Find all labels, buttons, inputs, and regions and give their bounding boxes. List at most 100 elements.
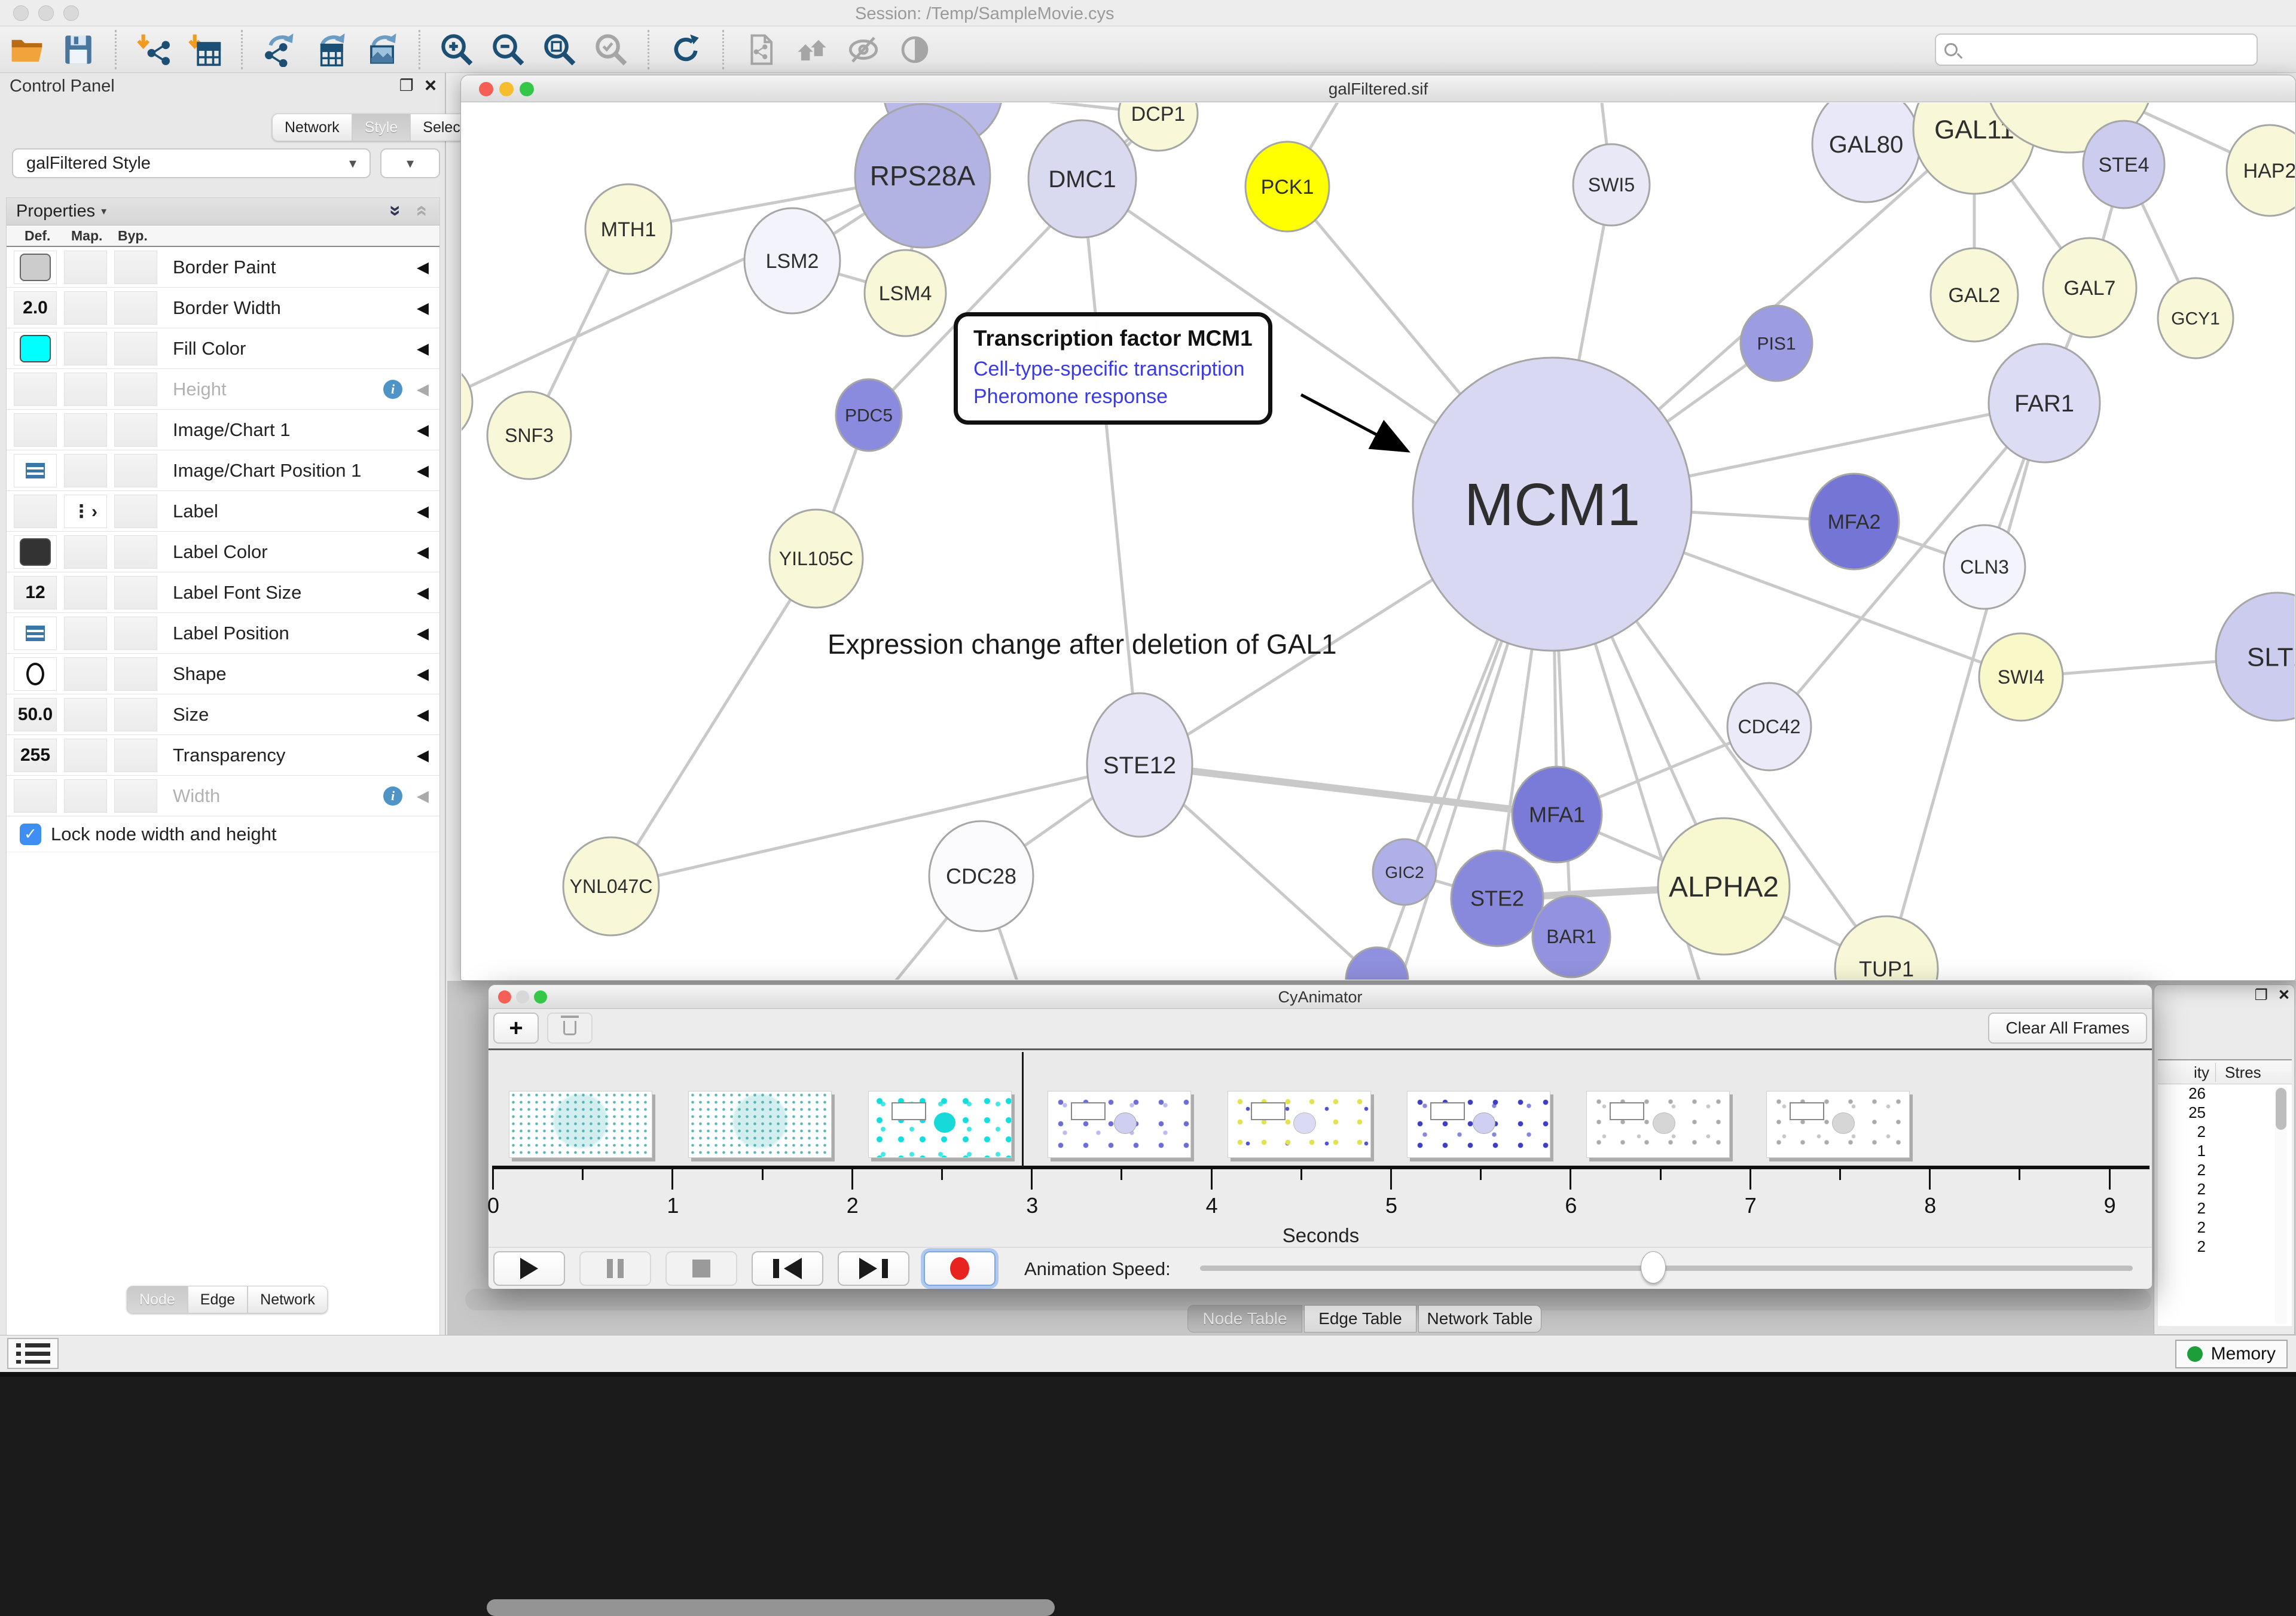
expand-arrow-icon[interactable]: ◀	[417, 380, 429, 398]
import-network-icon[interactable]	[135, 31, 172, 68]
scrollbar-thumb[interactable]	[487, 1599, 1055, 1616]
network-node-ste2[interactable]: STE2	[1451, 850, 1543, 946]
network-node-gcy1[interactable]: GCY1	[2158, 278, 2233, 358]
first-neighbors-icon[interactable]	[793, 31, 831, 68]
table-row[interactable]: 1	[2158, 1142, 2292, 1161]
property-cell[interactable]	[64, 739, 107, 772]
frame-thumbnail-3[interactable]	[1048, 1091, 1191, 1158]
stop-button[interactable]	[665, 1251, 737, 1286]
network-node-gal7[interactable]: GAL7	[2043, 238, 2136, 337]
annotation-link[interactable]: Pheromone response	[973, 383, 1253, 411]
float-window-icon[interactable]: ❐	[2255, 986, 2268, 1004]
property-cell[interactable]	[14, 251, 57, 284]
expand-arrow-icon[interactable]: ◀	[417, 461, 429, 480]
expand-arrow-icon[interactable]: ◀	[417, 664, 429, 683]
annotation-box[interactable]: Transcription factor MCM1 Cell-type-spec…	[954, 312, 1272, 425]
column-header[interactable]: ity	[2158, 1063, 2209, 1082]
network-node-mth1[interactable]: MTH1	[585, 184, 671, 274]
export-image-icon[interactable]	[364, 31, 401, 68]
property-cell[interactable]	[114, 495, 157, 528]
property-cell[interactable]	[14, 373, 57, 406]
property-cell[interactable]	[114, 413, 157, 447]
network-node-yil105c[interactable]: YIL105C	[770, 510, 863, 608]
expand-arrow-icon[interactable]: ◀	[417, 339, 429, 358]
property-cell[interactable]: 255	[14, 739, 57, 772]
zoom-fit-icon[interactable]	[541, 31, 578, 68]
property-cell[interactable]	[114, 454, 157, 487]
property-row-label-color[interactable]: Label Color◀	[7, 532, 439, 572]
expand-arrow-icon[interactable]: ◀	[417, 298, 429, 317]
expand-arrow-icon[interactable]: ◀	[417, 746, 429, 764]
property-cell[interactable]	[64, 779, 107, 813]
annotation-link[interactable]: Cell-type-specific transcription	[973, 356, 1253, 383]
speed-slider-knob[interactable]	[1641, 1251, 1666, 1283]
tab-style[interactable]: Style	[352, 114, 411, 141]
property-cell[interactable]	[114, 617, 157, 650]
network-node-rps28a[interactable]: RPS28A	[855, 104, 990, 248]
property-cell[interactable]	[14, 617, 57, 650]
property-row-image-chart-position-1[interactable]: Image/Chart Position 1◀	[7, 450, 439, 491]
property-cell[interactable]	[14, 657, 57, 691]
expand-arrow-icon[interactable]: ◀	[417, 786, 429, 805]
property-cell[interactable]	[114, 698, 157, 731]
info-icon[interactable]: i	[383, 786, 402, 806]
frames-timeline[interactable]	[488, 1050, 2152, 1167]
property-cell[interactable]	[114, 779, 157, 813]
property-row-transparency[interactable]: 255Transparency◀	[7, 735, 439, 776]
property-cell[interactable]	[114, 576, 157, 609]
zoom-selected-icon[interactable]	[593, 31, 630, 68]
memory-button[interactable]: Memory	[2175, 1340, 2288, 1368]
pause-button[interactable]	[579, 1251, 651, 1286]
cyanimator-titlebar[interactable]: CyAnimator	[488, 985, 2152, 1009]
expand-arrow-icon[interactable]: ◀	[417, 705, 429, 724]
tab-node-table[interactable]: Node Table	[1187, 1305, 1302, 1333]
property-cell[interactable]	[114, 291, 157, 325]
property-cell[interactable]	[64, 373, 107, 406]
export-table-icon[interactable]	[312, 31, 349, 68]
network-node-pck1[interactable]: PCK1	[1245, 142, 1329, 231]
frame-thumbnail-4[interactable]	[1228, 1091, 1371, 1158]
previous-frame-button[interactable]	[752, 1251, 823, 1286]
style-options-button[interactable]: ▾	[380, 148, 440, 178]
properties-header[interactable]: Properties ▾ » »	[7, 198, 439, 225]
clear-all-frames-button[interactable]: Clear All Frames	[1988, 1013, 2147, 1044]
property-row-height[interactable]: Heighti◀	[7, 369, 439, 410]
open-session-icon[interactable]	[8, 31, 45, 68]
property-cell[interactable]	[64, 454, 107, 487]
network-node-swi5[interactable]: SWI5	[1573, 144, 1650, 225]
maximize-window-icon[interactable]	[63, 5, 79, 21]
property-row-border-paint[interactable]: Border Paint◀	[7, 247, 439, 288]
apply-layout-icon[interactable]	[667, 31, 704, 68]
export-network-icon[interactable]	[261, 31, 298, 68]
property-cell[interactable]	[64, 617, 107, 650]
network-node-ste12[interactable]: STE12	[1087, 693, 1192, 837]
network-node-ndsm[interactable]	[1346, 947, 1408, 980]
frame-thumbnail-7[interactable]	[1766, 1091, 1910, 1158]
network-node-hap2[interactable]: HAP2	[2227, 125, 2295, 216]
network-node-gic2[interactable]: GIC2	[1373, 839, 1436, 905]
scrollbar-thumb[interactable]	[2276, 1088, 2286, 1130]
expand-arrow-icon[interactable]: ◀	[417, 420, 429, 439]
vertical-scrollbar[interactable]	[2275, 1087, 2287, 1324]
property-cell[interactable]	[64, 291, 107, 325]
show-graphics-icon[interactable]	[896, 31, 933, 68]
table-row[interactable]: 2	[2158, 1161, 2292, 1180]
property-cell[interactable]	[114, 373, 157, 406]
column-divider[interactable]	[2215, 1063, 2216, 1082]
property-cell[interactable]	[64, 576, 107, 609]
network-node-tup1[interactable]: TUP1	[1835, 916, 1938, 980]
play-button[interactable]	[493, 1251, 565, 1286]
property-cell[interactable]: 12	[14, 576, 57, 609]
tab-network-table[interactable]: Network Table	[1418, 1305, 1541, 1333]
property-cell[interactable]: ⋮›	[64, 495, 107, 528]
property-cell[interactable]: 50.0	[14, 698, 57, 731]
property-row-label-position[interactable]: Label Position◀	[7, 613, 439, 654]
network-node-mfa1[interactable]: MFA1	[1512, 767, 1602, 862]
property-cell[interactable]	[64, 332, 107, 365]
network-node-cdc42[interactable]: CDC42	[1727, 683, 1811, 770]
property-row-border-width[interactable]: 2.0Border Width◀	[7, 288, 439, 328]
property-cell[interactable]	[64, 698, 107, 731]
playhead[interactable]	[1022, 1052, 1024, 1167]
property-cell[interactable]	[14, 413, 57, 447]
tab-node[interactable]: Node	[127, 1286, 188, 1313]
